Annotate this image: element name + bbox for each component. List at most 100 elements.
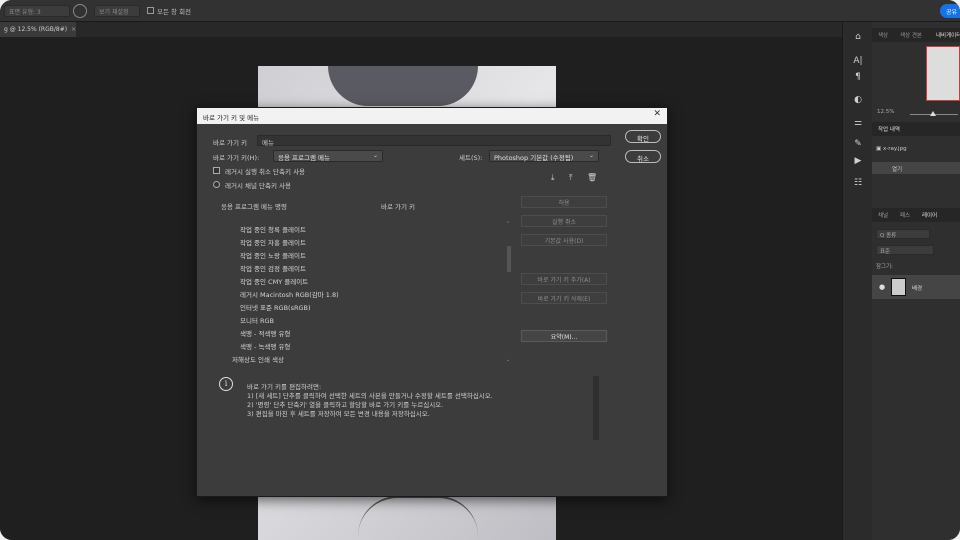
info-area: i 바로 가기 키를 편집하려면: 1) [새 세트] 단추를 클릭하여 선택한… <box>197 368 667 444</box>
scroll-down-icon[interactable]: ⌄ <box>506 357 510 363</box>
tab-channels[interactable]: 채널 <box>878 211 888 219</box>
legacy-undo-checkbox[interactable] <box>213 167 220 174</box>
add-shortcut-button[interactable]: 바로 가기 키 추가(A) <box>521 273 607 285</box>
paragraph-icon[interactable]: ¶ <box>843 72 873 82</box>
column-header-shortcut: 바로 가기 키 <box>381 203 416 211</box>
image-feet-region <box>358 496 478 536</box>
share-button[interactable]: 공유 <box>940 4 960 18</box>
document-tab-title: g @ 12.5% (RGB/8#) <box>4 26 68 33</box>
tab-shortcuts[interactable]: 바로 가기 키 <box>213 137 247 147</box>
list-item[interactable]: 작업 중인 노랑 플레이트 <box>217 250 497 262</box>
list-item[interactable]: 레거시 Macintosh RGB(감마 1.8) <box>217 289 497 301</box>
trash-icon[interactable]: 🗑 <box>587 173 597 182</box>
rotate-view-icon[interactable] <box>73 4 87 18</box>
list-item[interactable]: 색맹 - 적색맹 유형 <box>217 328 497 340</box>
list-item[interactable]: 작업 중인 자홍 플레이트 <box>217 237 497 249</box>
tab-paths[interactable]: 패스 <box>900 211 910 219</box>
use-default-button[interactable]: 기본값 사용(D) <box>521 234 607 246</box>
rotate-all-checkbox[interactable] <box>147 7 154 14</box>
history-item-label: 열기 <box>892 167 903 173</box>
tab-color[interactable]: 색상 <box>878 31 888 39</box>
new-set-icon[interactable]: ⤒ <box>569 173 573 183</box>
legacy-undo-label: 레거시 실행 취소 단축키 사용 <box>225 168 306 176</box>
char-icon[interactable]: A| <box>843 56 873 66</box>
navigator-thumbnail[interactable] <box>926 46 960 101</box>
shortcuts-for-label: 바로 가기 키(H): <box>213 154 260 162</box>
navigator-zoom-slider[interactable] <box>910 111 958 116</box>
history-snapshot[interactable]: ▣ x-ray.jpg <box>876 146 907 152</box>
app-window: 표면 유형: 3 보기 재설정 모든 창 회전 공유 g @ 12.5% (RG… <box>0 0 960 540</box>
navigator-tabs: 색상 색상 견본 내비게이터 <box>872 28 960 42</box>
close-tab-icon[interactable]: × <box>71 26 76 33</box>
delete-shortcut-button[interactable]: 바로 가기 키 삭제(E) <box>521 292 607 304</box>
eye-icon[interactable]: ● <box>879 283 885 291</box>
right-panels: 색상 색상 견본 내비게이터 12.5% 작업 내역 ▣ x-ray.jpg 열… <box>872 22 960 540</box>
command-list[interactable]: 작업 중인 청록 플레이트 작업 중인 자홍 플레이트 작업 중인 노랑 플레이… <box>217 221 515 365</box>
layer-filter-input[interactable]: Q 종류 <box>876 229 930 239</box>
tab-swatches[interactable]: 색상 견본 <box>900 31 922 39</box>
undo-button[interactable]: 실행 취소 <box>521 215 607 227</box>
history-brush-icon[interactable]: ⌂ <box>843 32 873 42</box>
brush-icon[interactable]: ✎ <box>843 139 873 149</box>
lock-label: 잠그기: <box>876 264 894 270</box>
tab-navigator[interactable]: 내비게이터 <box>936 31 960 39</box>
option-field-1[interactable]: 표면 유형: 3 <box>4 5 70 17</box>
list-item[interactable]: 작업 중인 청록 플레이트 <box>217 224 497 236</box>
list-item[interactable]: 저해상도 인쇄 색상 <box>217 354 497 365</box>
scroll-up-icon[interactable]: ⌃ <box>506 221 510 227</box>
layer-thumbnail <box>891 278 906 296</box>
options-bar: 표면 유형: 3 보기 재설정 모든 창 회전 공유 <box>0 0 960 22</box>
rotate-all-label: 모든 창 회전 <box>157 8 192 16</box>
shortcuts-for-value: 응용 프로그램 메뉴 <box>278 154 330 162</box>
sliders-icon[interactable]: ⚌ <box>843 118 873 128</box>
tab-menus[interactable]: 메뉴 <box>257 135 611 147</box>
set-select[interactable]: Photoshop 기본값 (수정됨) ⌄ <box>489 150 599 162</box>
snapshot-thumb-icon: ▣ <box>876 146 883 152</box>
legacy-channel-checkbox[interactable] <box>213 181 220 188</box>
command-list-scrollbar[interactable]: ⌃ ⌄ <box>506 221 512 365</box>
legacy-channel-label: 레거시 채널 단축키 사용 <box>225 182 291 190</box>
document-tab-bar: g @ 12.5% (RGB/8#) × <box>0 22 842 37</box>
chevron-down-icon: ⌄ <box>588 152 594 159</box>
save-set-icon[interactable]: ⤓ <box>551 173 555 183</box>
set-label: 세트(S): <box>459 154 483 162</box>
column-header-command: 응용 프로그램 메뉴 명령 <box>221 203 287 211</box>
blend-mode-select[interactable]: 표준 <box>876 245 934 255</box>
summarize-button[interactable]: 요약(M)... <box>521 330 607 342</box>
document-tab[interactable]: g @ 12.5% (RGB/8#) × <box>0 22 76 37</box>
slider-knob[interactable] <box>930 111 936 116</box>
scrollbar-thumb[interactable] <box>507 246 511 272</box>
layer-name[interactable]: 배경 <box>912 284 922 292</box>
adjust-icon[interactable]: ◐ <box>843 95 873 105</box>
navigator-zoom[interactable]: 12.5% <box>877 109 894 115</box>
list-item[interactable]: 작업 중인 CMY 플레이트 <box>217 276 497 288</box>
history-item-open[interactable]: 열기 <box>872 162 960 174</box>
info-line: 3) 편집을 마친 후 세트를 저장하여 모든 변경 내용을 저장하십시오. <box>247 410 430 418</box>
cancel-button[interactable]: 취소 <box>625 150 661 163</box>
history-tabs: 작업 내역 <box>872 122 960 136</box>
shortcuts-for-select[interactable]: 응용 프로그램 메뉴 ⌄ <box>273 150 383 162</box>
layer-tabs: 채널 패스 레이어 <box>872 208 960 222</box>
tab-history[interactable]: 작업 내역 <box>878 125 900 133</box>
image-dark-region <box>328 66 478 106</box>
panel-icon-strip: ⌂ A| ¶ ◐ ⚌ ✎ ▶ ☷ <box>842 22 872 540</box>
info-scrollbar[interactable] <box>593 376 599 440</box>
dialog-titlebar: 바로 가기 키 및 메뉴 ✕ <box>197 108 667 124</box>
accept-button[interactable]: 허용 <box>521 196 607 208</box>
ok-button[interactable]: 확인 <box>625 130 661 143</box>
set-value: Photoshop 기본값 (수정됨) <box>494 154 574 162</box>
info-icon: i <box>219 377 233 391</box>
dialog-title: 바로 가기 키 및 메뉴 <box>203 114 260 122</box>
reset-view-button[interactable]: 보기 재설정 <box>94 5 140 17</box>
list-item[interactable]: 작업 중인 검정 플레이트 <box>217 263 497 275</box>
chevron-down-icon: ⌄ <box>372 152 378 159</box>
keyboard-shortcuts-dialog: 바로 가기 키 및 메뉴 ✕ 바로 가기 키 메뉴 확인 취소 바로 가기 키(… <box>196 107 668 497</box>
layer-row[interactable]: ● 배경 <box>872 275 960 299</box>
list-item[interactable]: 인터넷 표준 RGB(sRGB) <box>217 302 497 314</box>
tab-layers[interactable]: 레이어 <box>922 211 937 219</box>
close-icon[interactable]: ✕ <box>653 109 661 119</box>
list-item[interactable]: 색맹 - 녹색맹 유형 <box>217 341 497 353</box>
list-item[interactable]: 모니터 RGB <box>217 315 497 327</box>
play-icon[interactable]: ▶ <box>843 156 873 166</box>
properties-icon[interactable]: ☷ <box>843 178 873 188</box>
